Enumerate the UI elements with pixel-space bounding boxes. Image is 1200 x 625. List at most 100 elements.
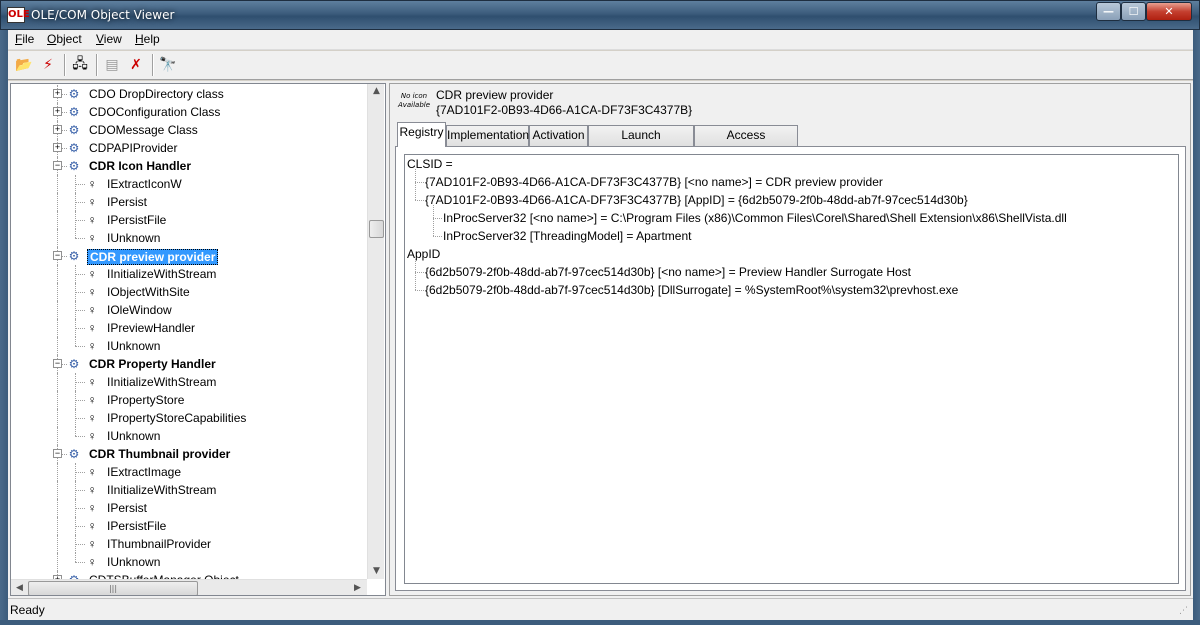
collapse-icon[interactable]: − — [53, 359, 62, 368]
tree-connector — [57, 463, 58, 481]
view-typelib-icon: 🔭 — [159, 57, 177, 73]
expand-icon[interactable]: + — [53, 107, 62, 116]
tree-item-interface[interactable]: ♀ IUnknown — [11, 427, 366, 445]
close-button[interactable]: ✕ — [1146, 2, 1192, 21]
registry-connector — [415, 182, 424, 183]
detail-pane: No icon Available CDR preview provider {… — [389, 83, 1191, 596]
tree-item-class[interactable]: + ⚙ CDOMessage Class — [11, 121, 366, 139]
tree-item-class[interactable]: + ⚙ CDO DropDirectory class — [11, 85, 366, 103]
bind-icon: ⚡ — [43, 57, 53, 73]
menu-view[interactable]: View — [96, 32, 122, 46]
tree-item-interface[interactable]: ♀ IUnknown — [11, 229, 366, 247]
tree-item-class[interactable]: − ⚙ CDR Icon Handler — [11, 157, 366, 175]
registry-tree[interactable]: CLSID = {7AD101F2-0B93-4D66-A1CA-DF73F3C4… — [404, 154, 1179, 584]
tree-item-interface[interactable]: ♀ IPersist — [11, 499, 366, 517]
registry-item[interactable]: AppID — [407, 245, 440, 263]
resize-grip-icon[interactable]: ⋰ — [1179, 606, 1191, 618]
tree-connector — [57, 373, 58, 391]
tree-item-label: IThumbnailProvider — [107, 537, 212, 551]
toolbar-separator — [152, 54, 154, 76]
object-tree[interactable]: + ⚙ CDO DropDirectory class + ⚙ CDOConfigurat… — [10, 83, 386, 596]
interface-lollipop-icon: ♀ — [87, 321, 97, 335]
interface-lollipop-icon: ♀ — [87, 429, 97, 443]
tree-item-interface[interactable]: ♀ IPropertyStoreCapabilities — [11, 409, 366, 427]
release-instance-button[interactable]: ✗ — [124, 54, 148, 76]
expert-mode-button[interactable]: 🖧 — [68, 54, 92, 76]
tree-item-interface[interactable]: ♀ IOleWindow — [11, 301, 366, 319]
tab-implementation[interactable]: Implementation — [446, 125, 529, 146]
registry-item[interactable]: {6d2b5079-2f0b-48dd-ab7f-97cec514d30b} [… — [425, 263, 911, 281]
scroll-right-icon[interactable]: ▶ — [350, 581, 365, 595]
tree-item-interface[interactable]: ♀ IPersist — [11, 193, 366, 211]
tree-item-interface[interactable]: ♀ IPersistFile — [11, 517, 366, 535]
interface-lollipop-icon: ♀ — [87, 303, 97, 317]
tree-item-interface[interactable]: ♀ IExtractImage — [11, 463, 366, 481]
tree-item-interface[interactable]: ♀ IPreviewHandler — [11, 319, 366, 337]
tab-access-permissions[interactable]: Access Permissions — [694, 125, 798, 161]
open-button[interactable]: 📂 — [12, 54, 36, 76]
create-instance-button[interactable]: ▤ — [100, 54, 124, 76]
tree-connector — [57, 175, 58, 193]
collapse-icon[interactable]: − — [53, 251, 62, 260]
tree-item-interface[interactable]: ♀ IUnknown — [11, 553, 366, 571]
tree-item-interface[interactable]: ♀ IPropertyStore — [11, 391, 366, 409]
window-frame-bottom — [0, 620, 1200, 625]
tree-vertical-thumb[interactable] — [369, 220, 384, 238]
interface-lollipop-icon: ♀ — [87, 555, 97, 569]
tree-item-interface[interactable]: ♀ IInitializeWithStream — [11, 373, 366, 391]
registry-item[interactable]: CLSID = — [407, 155, 453, 173]
tree-item-class[interactable]: − ⚙ CDR Property Handler — [11, 355, 366, 373]
interface-lollipop-icon: ♀ — [87, 519, 97, 533]
tree-item-label: IPersistFile — [107, 519, 167, 533]
tree-item-class[interactable]: +⚙CDTSBufferManager Object — [11, 571, 366, 579]
tree-item-label: IUnknown — [107, 339, 161, 353]
tab-activation[interactable]: Activation — [529, 125, 588, 146]
scroll-up-icon[interactable]: ▲ — [369, 84, 384, 99]
registry-item[interactable]: {7AD101F2-0B93-4D66-A1CA-DF73F3C4377B} [… — [425, 173, 883, 191]
registry-item[interactable]: {6d2b5079-2f0b-48dd-ab7f-97cec514d30b} [… — [425, 281, 958, 299]
interface-lollipop-icon: ♀ — [87, 177, 97, 191]
tree-item-interface[interactable]: ♀ IExtractIconW — [11, 175, 366, 193]
expand-icon[interactable]: + — [53, 89, 62, 98]
tree-item-class[interactable]: + ⚙ CDPAPIProvider — [11, 139, 366, 157]
scroll-left-icon[interactable]: ◀ — [12, 581, 27, 595]
tree-item-interface[interactable]: ♀ IThumbnailProvider — [11, 535, 366, 553]
tree-vertical-scrollbar[interactable]: ▲ ▼ — [367, 84, 384, 579]
scroll-down-icon[interactable]: ▼ — [369, 564, 384, 579]
tree-horizontal-thumb[interactable]: ||| — [28, 581, 198, 595]
tree-item-label: IInitializeWithStream — [107, 267, 217, 281]
tree-item-label: IInitializeWithStream — [107, 483, 217, 497]
tree-connector — [75, 337, 76, 346]
collapse-icon[interactable]: − — [53, 161, 62, 170]
registry-item[interactable]: InProcServer32 [<no name>] = C:\Program … — [443, 209, 1067, 227]
registry-item[interactable]: InProcServer32 [ThreadingModel] = Apartm… — [443, 227, 691, 245]
menu-help[interactable]: Help — [135, 32, 160, 46]
tree-item-label: CDR Icon Handler — [89, 159, 192, 173]
menu-file[interactable]: File — [15, 32, 34, 46]
title-bar[interactable]: OLE OLE/COM Object Viewer — ☐ ✕ — [0, 0, 1200, 30]
expand-icon[interactable]: + — [53, 143, 62, 152]
maximize-button[interactable]: ☐ — [1121, 2, 1146, 21]
tab-registry[interactable]: Registry — [397, 122, 446, 147]
collapse-icon[interactable]: − — [53, 449, 62, 458]
tree-item-interface[interactable]: ♀ IUnknown — [11, 337, 366, 355]
view-typelib-button[interactable]: 🔭 — [156, 54, 180, 76]
bind-button[interactable]: ⚡ — [36, 54, 60, 76]
tree-connector — [57, 499, 58, 517]
registry-item[interactable]: {7AD101F2-0B93-4D66-A1CA-DF73F3C4377B} [… — [425, 191, 968, 209]
tab-launch-permissions[interactable]: Launch Permissions — [588, 125, 694, 161]
interface-lollipop-icon: ♀ — [87, 231, 97, 245]
tree-item-interface[interactable]: ♀ IInitializeWithStream — [11, 481, 366, 499]
tree-connector — [57, 337, 58, 355]
tree-item-class[interactable]: − ⚙ CDR preview provider — [11, 247, 366, 265]
tree-item-label: CDR Property Handler — [89, 357, 216, 371]
tree-item-interface[interactable]: ♀ IInitializeWithStream — [11, 265, 366, 283]
tree-horizontal-scrollbar[interactable]: ◀ ||| ▶ — [11, 579, 367, 595]
tree-item-class[interactable]: + ⚙ CDOConfiguration Class — [11, 103, 366, 121]
menu-object[interactable]: Object — [47, 32, 82, 46]
tree-item-interface[interactable]: ♀ IObjectWithSite — [11, 283, 366, 301]
tree-item-interface[interactable]: ♀ IPersistFile — [11, 211, 366, 229]
tree-item-class[interactable]: − ⚙ CDR Thumbnail provider — [11, 445, 366, 463]
expand-icon[interactable]: + — [53, 125, 62, 134]
minimize-button[interactable]: — — [1096, 2, 1121, 21]
